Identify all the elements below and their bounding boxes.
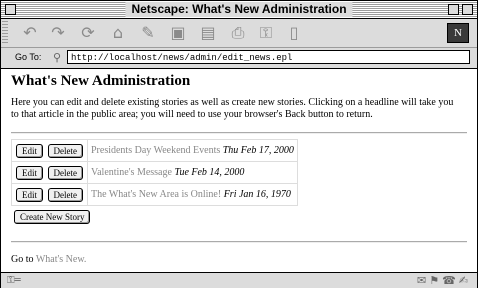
zoom-box-icon[interactable] <box>448 4 459 15</box>
story-headline-link[interactable]: Presidents Day Weekend Events <box>91 145 220 156</box>
forward-icon[interactable]: ↷ <box>47 23 69 43</box>
actions-cell: Edit Delete <box>11 183 88 206</box>
home-icon[interactable]: ⌂ <box>107 23 129 43</box>
story-date: Tue Feb 14, 2000 <box>174 167 245 178</box>
story-date: Fri Jan 16, 1970 <box>223 189 291 200</box>
window-title: Netscape: What's New Administration <box>125 2 353 17</box>
stories-table: Edit Delete Presidents Day Weekend Event… <box>11 139 298 206</box>
story-date: Thu Feb 17, 2000 <box>222 145 294 156</box>
page-proxy-icon[interactable]: ⚲ <box>53 51 61 64</box>
images-icon[interactable]: ▤ <box>197 23 219 43</box>
title-bar[interactable]: Netscape: What's New Administration <box>1 1 477 19</box>
location-bar: Go To: ⚲ http://localhost/news/admin/edi… <box>1 48 477 69</box>
security-icon[interactable]: ⚿ <box>255 23 277 43</box>
navigation-toolbar: ↶ ↷ ⟳ ⌂ ✎ ▣ ▤ ⎙ ⚿ ▯ N <box>1 19 477 48</box>
delete-button[interactable]: Delete <box>47 165 83 180</box>
print-icon[interactable]: ⎙ <box>227 23 249 43</box>
divider <box>11 132 467 134</box>
stop-icon[interactable]: ▯ <box>283 23 305 43</box>
edit-button[interactable]: Edit <box>16 165 43 180</box>
location-label: Go To: <box>15 52 42 62</box>
browser-window: Netscape: What's New Administration ↶ ↷ … <box>0 0 478 288</box>
story-cell: Presidents Day Weekend Events Thu Feb 17… <box>86 139 298 162</box>
actions-cell: Edit Delete <box>11 161 88 184</box>
page-title: What's New Administration <box>11 73 191 89</box>
delete-button[interactable]: Delete <box>47 187 83 202</box>
netscape-logo-icon: N <box>447 23 469 43</box>
story-cell: The What's New Area is Online! Fri Jan 1… <box>86 183 298 206</box>
security-lock-icon[interactable]: ⚿═ <box>7 275 21 286</box>
url-field[interactable]: http://localhost/news/admin/edit_news.ep… <box>67 50 470 64</box>
actions-cell: Edit Delete <box>11 139 88 162</box>
whats-new-link[interactable]: What's New. <box>36 254 87 265</box>
guide-icon[interactable]: ▣ <box>167 23 189 43</box>
table-row: Edit Delete Presidents Day Weekend Event… <box>11 139 298 162</box>
search-icon[interactable]: ✎ <box>137 23 159 43</box>
page-content: What's New Administration Here you can e… <box>1 69 477 272</box>
create-new-story-button[interactable]: Create New Story <box>14 210 91 224</box>
close-box-icon[interactable] <box>5 4 16 15</box>
footer-prefix: Go to <box>11 254 34 265</box>
toolbar-grip[interactable] <box>2 21 8 45</box>
edit-button[interactable]: Edit <box>16 143 43 158</box>
table-row: Edit Delete The What's New Area is Onlin… <box>11 183 298 206</box>
story-cell: Valentine's Message Tue Feb 14, 2000 <box>86 161 298 184</box>
edit-button[interactable]: Edit <box>16 187 43 202</box>
component-bar-icons[interactable]: ✉⚑☎✍ <box>417 274 471 287</box>
table-row: Edit Delete Valentine's Message Tue Feb … <box>11 161 298 184</box>
intro-text: Here you can edit and delete existing st… <box>11 97 454 120</box>
delete-button[interactable]: Delete <box>47 143 83 158</box>
divider <box>11 241 467 243</box>
reload-icon[interactable]: ⟳ <box>77 23 99 43</box>
story-headline-link[interactable]: The What's New Area is Online! <box>91 189 221 200</box>
status-bar: ⚿═ ✉⚑☎✍ <box>1 272 477 288</box>
collapse-box-icon[interactable] <box>462 4 473 15</box>
footer: Go to What's New. <box>11 254 86 265</box>
story-headline-link[interactable]: Valentine's Message <box>91 167 172 178</box>
back-icon[interactable]: ↶ <box>19 23 41 43</box>
